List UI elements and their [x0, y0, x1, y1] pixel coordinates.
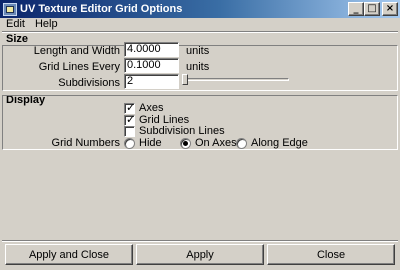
minimize-button[interactable]: _: [348, 2, 364, 16]
axes-label: Axes: [139, 102, 164, 114]
grid-lines-every-label: Grid Lines Every: [38, 61, 120, 73]
subdivisions-field[interactable]: 2: [124, 74, 179, 89]
grid-numbers-hide-radio[interactable]: [124, 137, 135, 149]
length-and-width-field[interactable]: 4.0000: [124, 42, 179, 57]
apply-and-close-button[interactable]: Apply and Close: [5, 244, 133, 265]
grid-numbers-on-axes-label: On Axes: [195, 137, 237, 149]
subdivisions-label: Subdivisions: [58, 77, 120, 89]
maximize-button[interactable]: □: [364, 2, 380, 16]
grid-numbers-label: Grid Numbers: [51, 137, 120, 149]
window-controls: _ □ ×: [348, 2, 398, 16]
grid-lines-every-units: units: [186, 61, 210, 73]
subdivision-lines-label: Subdivision Lines: [139, 125, 225, 137]
close-button[interactable]: Close: [267, 244, 395, 265]
grid-numbers-hide-label: Hide: [139, 137, 162, 149]
grid-numbers-along-edge-option[interactable]: Along Edge: [236, 137, 308, 149]
subdivisions-slider-track[interactable]: [183, 78, 289, 81]
size-section-title: Size: [6, 33, 29, 45]
subdivision-lines-checkbox[interactable]: [124, 125, 135, 137]
grid-numbers-hide-option[interactable]: Hide: [124, 137, 162, 149]
menu-edit[interactable]: Edit: [0, 18, 30, 31]
length-and-width-units: units: [186, 45, 210, 57]
grid-lines-checkbox[interactable]: [124, 113, 135, 126]
subdivision-lines-checkbox-row[interactable]: Subdivision Lines: [124, 125, 225, 137]
menu-bar: Edit Help: [0, 18, 400, 31]
grid-numbers-along-edge-label: Along Edge: [251, 137, 308, 149]
grid-numbers-on-axes-radio[interactable]: [180, 137, 191, 149]
grid-lines-every-field[interactable]: 0.1000: [124, 58, 179, 73]
grid-numbers-on-axes-option[interactable]: On Axes: [180, 137, 237, 149]
window-title: UV Texture Editor Grid Options: [20, 3, 183, 15]
app-icon: [3, 2, 17, 16]
apply-button[interactable]: Apply: [136, 244, 264, 265]
menu-help[interactable]: Help: [30, 18, 63, 31]
close-window-button[interactable]: ×: [382, 2, 398, 16]
subdivisions-slider-handle[interactable]: [182, 74, 188, 85]
button-divider: [2, 240, 398, 242]
grid-numbers-along-edge-radio[interactable]: [236, 137, 247, 149]
title-bar: UV Texture Editor Grid Options _ □ ×: [0, 0, 400, 18]
length-and-width-label: Length and Width: [33, 45, 120, 57]
menu-divider: [2, 31, 398, 33]
